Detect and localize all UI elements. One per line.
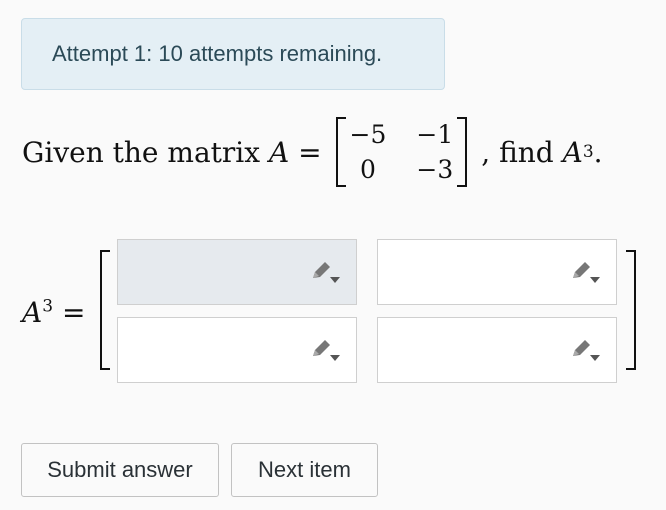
matrix-entry: −1 <box>416 120 454 149</box>
answer-lhs: A3 = <box>22 296 86 329</box>
answer-cell-1-1[interactable] <box>117 239 357 305</box>
matrix-entry: −5 <box>349 120 387 149</box>
given-matrix: −5 −1 0 −3 <box>335 117 468 187</box>
answer-bracket-left <box>100 250 110 370</box>
submit-answer-button[interactable]: Submit answer <box>21 443 219 497</box>
answer-bracket-right <box>626 250 636 370</box>
answer-cell-2-2[interactable] <box>377 317 617 383</box>
matrix-entry: −3 <box>416 155 454 184</box>
pencil-dropdown-icon[interactable] <box>310 260 342 284</box>
answer-cell-1-2[interactable] <box>377 239 617 305</box>
attempt-banner: Attempt 1: 10 attempts remaining. <box>21 18 445 90</box>
next-item-button[interactable]: Next item <box>231 443 378 497</box>
question-text: Given the matrix A = −5 −1 0 −3 , find A… <box>22 117 603 187</box>
pencil-dropdown-icon[interactable] <box>570 338 602 362</box>
pencil-dropdown-icon[interactable] <box>570 260 602 284</box>
matrix-entry: 0 <box>360 155 376 184</box>
pencil-dropdown-icon[interactable] <box>310 338 342 362</box>
answer-cell-2-1[interactable] <box>117 317 357 383</box>
attempt-text: Attempt 1: 10 attempts remaining. <box>52 41 383 66</box>
